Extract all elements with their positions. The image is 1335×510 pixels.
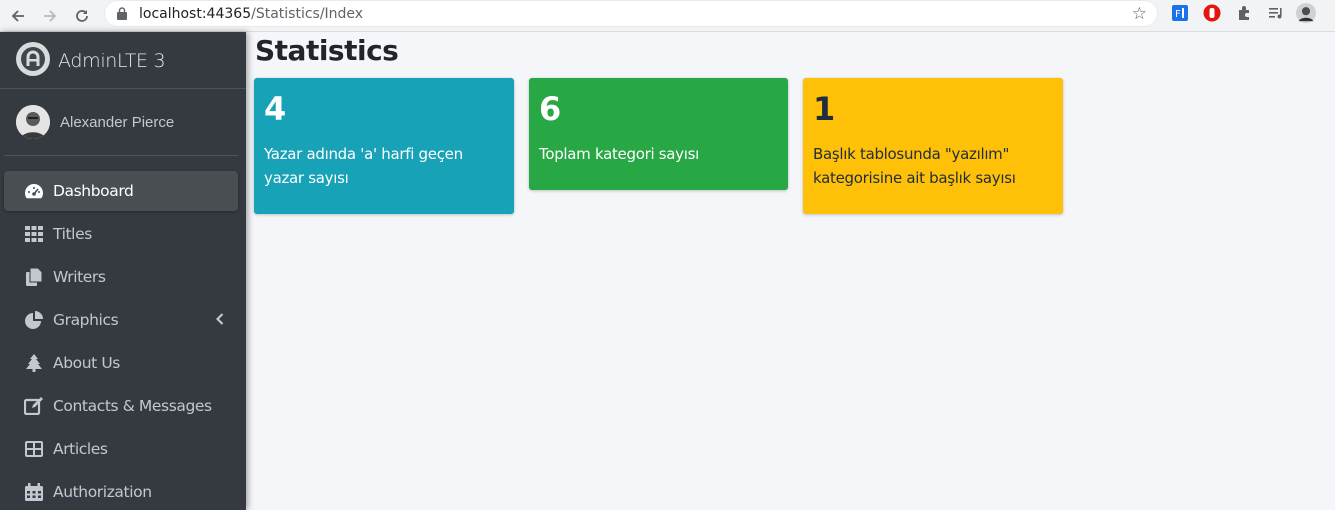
forward-arrow-icon[interactable] <box>38 4 62 28</box>
bookmark-star-icon[interactable]: ☆ <box>1132 4 1147 24</box>
stat-value: 4 <box>264 90 287 128</box>
page-title: Statistics <box>255 34 399 67</box>
table-grid-icon <box>24 225 44 243</box>
sidebar-item-titles[interactable]: Titles <box>4 214 238 254</box>
brand-text: AdminLTE 3 <box>58 50 166 72</box>
sidebar-item-contacts-messages[interactable]: Contacts & Messages <box>4 386 238 426</box>
sidebar-item-graphics[interactable]: Graphics <box>4 300 238 340</box>
main-sidebar: AdminLTE 3 Alexander Pierce Dashboard Ti… <box>0 32 246 510</box>
stat-card-writers-with-a[interactable]: 4 Yazar adında 'a' harfi geçen yazar say… <box>254 78 514 214</box>
sidebar-item-label: Contacts & Messages <box>53 397 212 415</box>
sidebar-item-label: Articles <box>53 440 108 458</box>
url-host: localhost:44365 <box>139 6 252 22</box>
extension-adblock-icon[interactable] <box>1202 3 1222 23</box>
sidebar-menu: Dashboard Titles Writers Graphics About … <box>0 171 246 510</box>
stat-description: Yazar adında 'a' harfi geçen yazar sayıs… <box>264 145 463 187</box>
stat-description: Başlık tablosunda "yazılım" kategorisine… <box>813 145 1016 187</box>
profile-avatar-icon[interactable] <box>1296 3 1316 23</box>
browser-toolbar: localhost:44365/Statistics/Index ☆ F <box>0 0 1335 32</box>
tree-icon <box>24 354 44 372</box>
sidebar-item-label: About Us <box>53 354 120 372</box>
stat-description: Toplam kategori sayısı <box>539 145 700 163</box>
chevron-left-icon[interactable] <box>215 312 224 330</box>
user-avatar[interactable] <box>16 105 50 139</box>
lock-icon <box>117 7 127 20</box>
reload-icon[interactable] <box>70 4 94 28</box>
sidebar-item-label: Graphics <box>53 311 119 329</box>
sidebar-item-articles[interactable]: Articles <box>4 429 238 469</box>
extensions-puzzle-icon[interactable] <box>1234 3 1254 23</box>
user-panel-divider <box>4 155 238 156</box>
stat-card-category-count[interactable]: 6 Toplam kategori sayısı <box>529 78 788 190</box>
brand-link[interactable]: AdminLTE 3 <box>0 32 246 89</box>
th-large-icon <box>24 440 44 458</box>
url-text: localhost:44365/Statistics/Index <box>139 6 363 22</box>
sidebar-item-about-us[interactable]: About Us <box>4 343 238 383</box>
tachometer-icon <box>24 182 44 200</box>
user-name[interactable]: Alexander Pierce <box>60 114 174 131</box>
stat-card-software-titles[interactable]: 1 Başlık tablosunda "yazılım" kategorisi… <box>803 78 1063 214</box>
sidebar-item-label: Titles <box>53 225 92 243</box>
copy-icon <box>24 268 44 286</box>
sidebar-item-dashboard[interactable]: Dashboard <box>4 171 238 211</box>
edit-icon <box>24 397 44 415</box>
stat-value: 1 <box>813 90 836 128</box>
sidebar-item-authorization[interactable]: Authorization <box>4 472 238 510</box>
sidebar-item-label: Dashboard <box>53 182 134 200</box>
pie-chart-icon <box>24 311 44 329</box>
back-arrow-icon[interactable] <box>6 4 30 28</box>
svg-text:F: F <box>1175 9 1181 20</box>
address-bar[interactable]: localhost:44365/Statistics/Index ☆ <box>104 0 1158 27</box>
url-path: /Statistics/Index <box>251 6 364 22</box>
sidebar-item-label: Writers <box>53 268 106 286</box>
adminlte-logo-icon <box>16 42 50 76</box>
calendar-icon <box>24 483 44 501</box>
sidebar-item-label: Authorization <box>53 483 152 501</box>
user-panel: Alexander Pierce <box>0 89 246 156</box>
stat-value: 6 <box>539 90 562 128</box>
extension-translate-icon[interactable]: F <box>1170 3 1190 23</box>
media-queue-icon[interactable] <box>1266 3 1286 23</box>
sidebar-item-writers[interactable]: Writers <box>4 257 238 297</box>
